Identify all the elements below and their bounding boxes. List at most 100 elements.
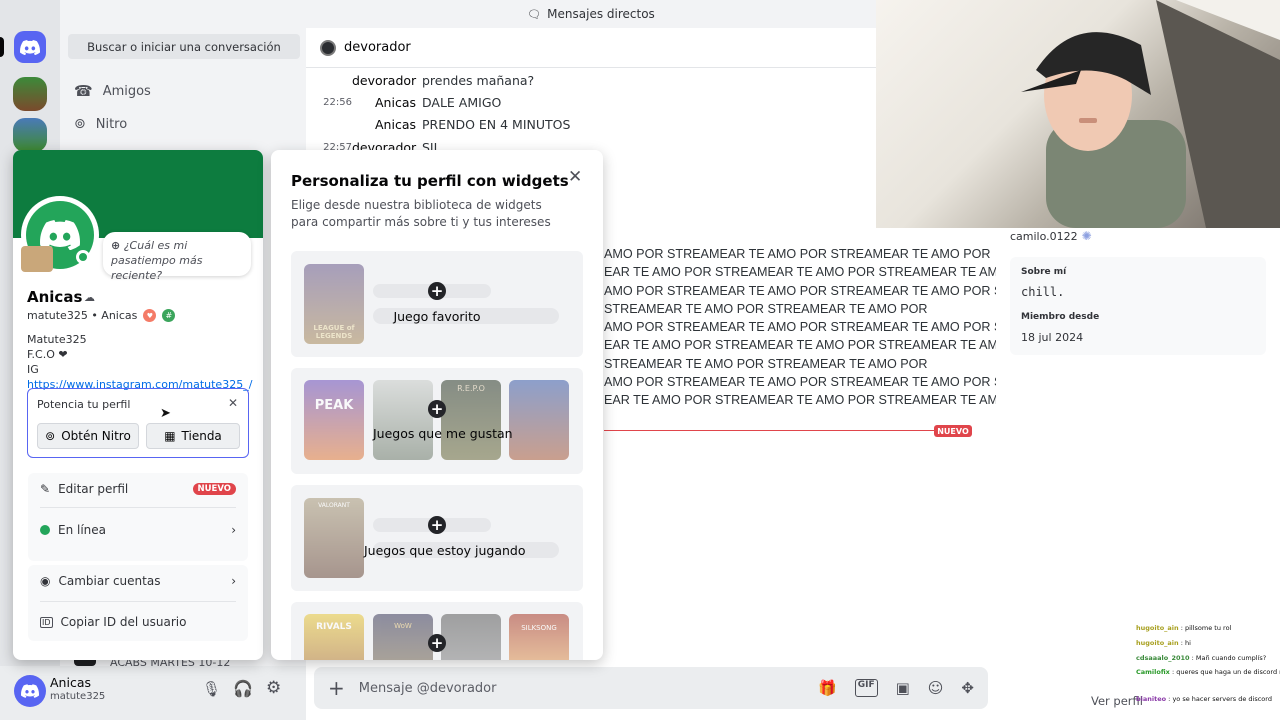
discord-logo-icon xyxy=(20,39,40,55)
message-author[interactable]: Anicas xyxy=(352,95,416,110)
friends-icon: ☎ xyxy=(74,82,93,100)
switch-accounts-item[interactable]: ◉ Cambiar cuentas › xyxy=(28,565,248,597)
widgets-modal: Personaliza tu perfil con widgets ✕ Elig… xyxy=(271,150,603,660)
user-circle-icon: ◉ xyxy=(40,574,51,588)
avatar[interactable] xyxy=(320,39,336,56)
boost-profile-card: Potencia tu perfil ✕ ⊚ Obtén Nitro ▦ Tie… xyxy=(27,388,249,458)
close-icon[interactable]: ✕ xyxy=(568,167,582,187)
apps-icon[interactable]: ✥ xyxy=(961,679,974,697)
emoji-icon[interactable]: ☺ xyxy=(928,679,944,697)
stream-chat-user: Camilofix xyxy=(1136,668,1170,676)
about-heading: Sobre mí xyxy=(1021,267,1067,277)
profile-bio: Matute325 F.C.O ❤ IG https://www.instagr… xyxy=(27,332,253,392)
server-icon[interactable] xyxy=(13,118,47,152)
copy-id-label: Copiar ID del usuario xyxy=(60,615,187,629)
game-thumbnail xyxy=(509,380,569,460)
widget-card-favorite-game[interactable]: LEAGUE of LEGENDS + Juego favorito xyxy=(291,251,583,357)
message-input[interactable]: Mensaje @devorador xyxy=(359,681,497,696)
microphone-icon[interactable]: 🎙 xyxy=(202,680,221,698)
gif-icon[interactable]: GIF xyxy=(854,679,878,697)
online-status-dot xyxy=(76,250,90,264)
thumb-label: WoW xyxy=(394,622,412,630)
channel-name[interactable]: devorador xyxy=(344,40,411,55)
sticker-icon[interactable]: ▣ xyxy=(896,679,910,697)
dm-icon: 🗨 xyxy=(527,7,542,21)
discord-logo-icon xyxy=(21,684,39,698)
gift-icon[interactable]: 🎁 xyxy=(818,679,837,697)
shop-label: Tienda xyxy=(181,429,222,443)
nameplate-icon: ☁ xyxy=(84,291,95,304)
thumb-label: LEAGUE of LEGENDS xyxy=(313,324,355,340)
message-line: EAR TE AMO POR STREAMEAR TE AMO POR STRE… xyxy=(604,393,1140,408)
badge-icon: ✺ xyxy=(1081,229,1092,243)
discord-home-button[interactable] xyxy=(14,31,46,63)
message-timestamp: 22:56 xyxy=(323,96,352,108)
shop-button[interactable]: ▦ Tienda xyxy=(146,423,240,449)
add-widget-icon[interactable]: + xyxy=(428,282,446,300)
widget-card-playing-games[interactable]: VALORANT + Juegos que estoy jugando xyxy=(291,485,583,591)
nitro-icon: ⊚ xyxy=(45,429,56,443)
copy-user-id-item[interactable]: ID Copiar ID del usuario xyxy=(28,606,248,638)
stream-chat-line: bianiteo : yo se hacer servers de discor… xyxy=(1136,695,1272,703)
edit-profile-label: Editar perfil xyxy=(58,482,129,496)
message-row[interactable]: 22:56 Anicas DALE AMIGO xyxy=(306,92,501,112)
get-nitro-label: Obtén Nitro xyxy=(61,429,131,443)
streamer-webcam-image xyxy=(876,0,1280,228)
message-line: AMO POR STREAMEAR TE AMO POR STREAMEAR T… xyxy=(604,283,1092,298)
message-row[interactable]: Anicas PRENDO EN 4 MINUTOS xyxy=(306,114,570,134)
nav-friends[interactable]: ☎ Amigos xyxy=(74,79,151,103)
stream-chat-user: bianiteo xyxy=(1136,695,1167,703)
modal-subtitle: Elige desde nuestra biblioteca de widget… xyxy=(291,198,551,229)
custom-status-bubble[interactable]: ⊕ ¿Cuál es mi pasatiempo más reciente? xyxy=(103,232,251,282)
settings-gear-icon[interactable]: ⚙ xyxy=(266,678,281,698)
id-icon: ID xyxy=(40,616,53,628)
headphones-icon[interactable]: 🎧 xyxy=(233,679,253,698)
edit-profile-item[interactable]: ✎ Editar perfil NUEVO xyxy=(28,473,248,505)
thumb-label: VALORANT xyxy=(318,502,350,509)
game-thumbnail xyxy=(373,380,433,460)
message-text-block: AMO POR STREAMEAR TE AMO POR STREAMEAR T… xyxy=(604,245,1140,410)
stream-chat-user: cdsaaalo_2010 xyxy=(1136,654,1190,662)
nav-friends-label: Amigos xyxy=(102,83,151,99)
close-icon[interactable]: ✕ xyxy=(228,396,238,410)
message-composer[interactable]: + Mensaje @devorador 🎁 GIF ▣ ☺ ✥ xyxy=(314,667,988,709)
add-widget-icon[interactable]: + xyxy=(428,634,446,652)
add-widget-icon[interactable]: + xyxy=(428,516,446,534)
chevron-right-icon: › xyxy=(231,523,236,537)
get-nitro-button[interactable]: ⊚ Obtén Nitro xyxy=(37,423,139,449)
add-widget-icon[interactable]: + xyxy=(428,400,446,418)
widget-card-partial[interactable]: RIVALS WoW SILKSONG + xyxy=(291,602,583,660)
thumb-label: R.E.P.O xyxy=(457,384,485,393)
game-thumbnail: WoW xyxy=(373,614,433,660)
profile-display-name: Anicas xyxy=(27,288,83,306)
avatar[interactable] xyxy=(14,675,46,707)
profile-about-card: Sobre mí chill. Miembro desde 18 jul 202… xyxy=(1010,257,1266,355)
add-attachment-icon[interactable]: + xyxy=(328,676,345,700)
message-line: EAR TE AMO POR STREAMEAR TE AMO POR STRE… xyxy=(604,265,1008,280)
message-row[interactable]: devorador prendes mañana? xyxy=(306,70,534,90)
badge-icon: ♥ xyxy=(143,309,157,322)
message-text: PRENDO EN 4 MINUTOS xyxy=(422,116,571,132)
widget-label: Juego favorito xyxy=(393,309,481,324)
nav-nitro[interactable]: ⊚ Nitro xyxy=(74,112,127,136)
message-text: DALE AMIGO xyxy=(422,94,502,110)
widget-card-liked-games[interactable]: PEAK R.E.P.O + Juegos que me gustan xyxy=(291,368,583,474)
message-line: AMO POR STREAMEAR TE AMO POR STREAMEAR T… xyxy=(604,247,991,261)
message-author[interactable]: Anicas xyxy=(352,117,416,132)
divider xyxy=(40,507,236,508)
server-icon[interactable] xyxy=(13,77,47,111)
stream-chat-text: hi xyxy=(1185,639,1191,647)
stream-chat-text: queres que haga un de discord mañ? xyxy=(1176,668,1280,676)
stream-chat-line: hugoito_ain : pillsome tu rol xyxy=(1136,624,1231,632)
stream-chat-line: Camilofix : queres que haga un de discor… xyxy=(1136,668,1280,676)
profile-handle-row: matute325 • Anicas ♥ # xyxy=(27,309,176,322)
stream-chat-line: cdsaaalo_2010 : Mañ cuando cumplís? xyxy=(1136,654,1266,662)
modal-title: Personaliza tu perfil con widgets xyxy=(291,172,569,190)
status-item[interactable]: En línea › xyxy=(28,514,248,546)
dm-search-button[interactable]: Buscar o iniciar una conversación xyxy=(68,34,300,59)
message-author[interactable]: devorador xyxy=(352,73,416,88)
switch-accounts-label: Cambiar cuentas xyxy=(58,574,161,588)
stream-chat-user: hugoito_ain xyxy=(1136,624,1179,632)
shop-icon: ▦ xyxy=(164,429,176,443)
message-line: AMO POR STREAMEAR TE AMO POR STREAMEAR T… xyxy=(604,320,1124,335)
